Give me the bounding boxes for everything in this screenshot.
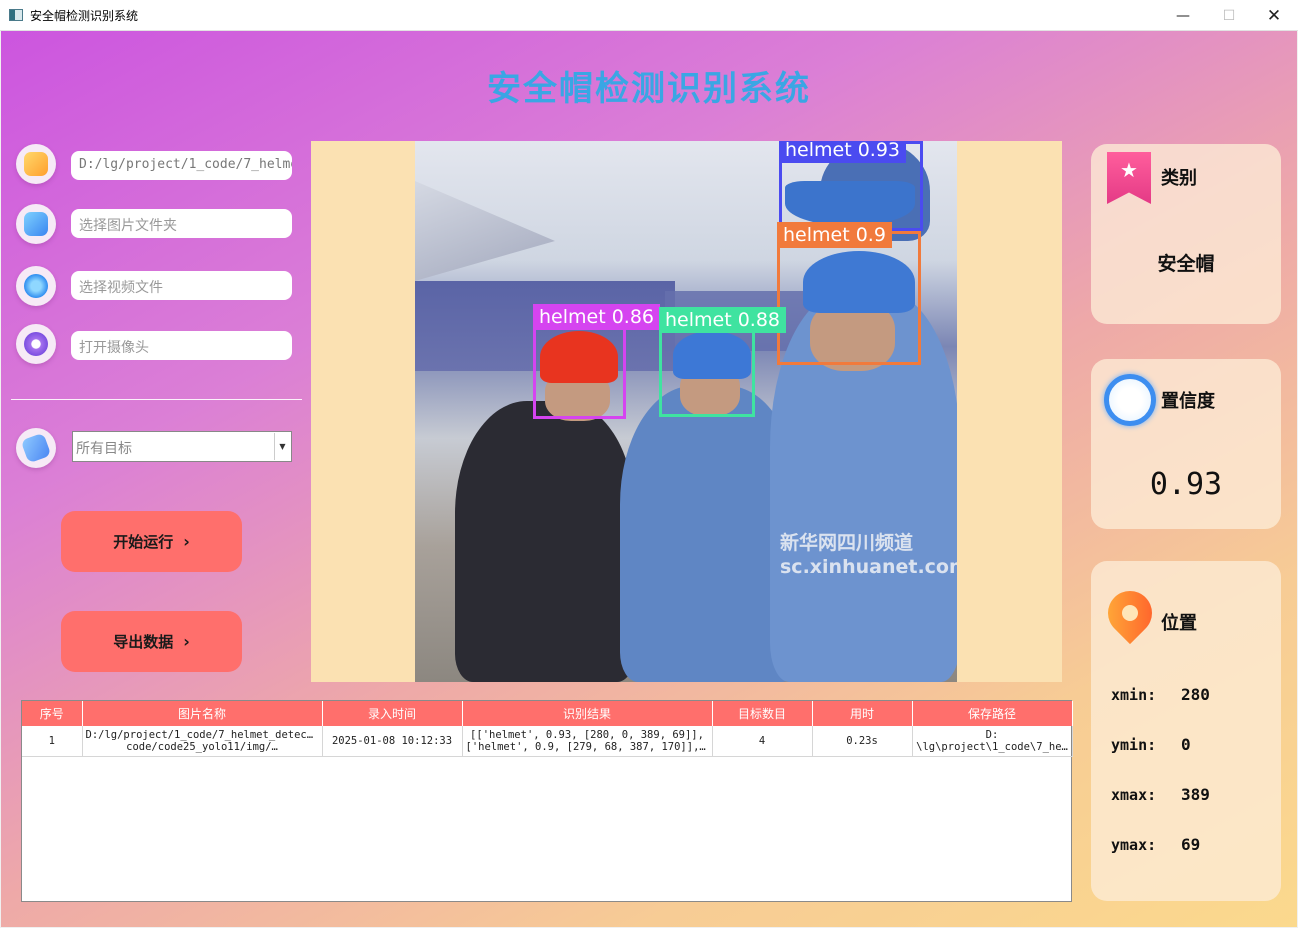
xmin-value: 280 (1181, 685, 1210, 704)
minimize-button[interactable]: — (1160, 0, 1206, 31)
open-video-icon[interactable] (16, 266, 56, 306)
window-titlebar: 安全帽检测识别系统 — ☐ ✕ (0, 0, 1298, 31)
xmin-label: xmin: (1111, 686, 1157, 704)
table-row[interactable]: 1 D:/lg/project/1_code/7_helmet_detect/ … (22, 726, 1073, 757)
target-tag-icon (16, 428, 56, 468)
chevron-right-icon: › (183, 532, 190, 551)
detection-photo: 新华网四川频道 sc.xinhuanet.com helmet 0.93 hel… (415, 141, 957, 682)
detection-label: helmet 0.88 (659, 307, 787, 333)
location-pin-icon (1098, 581, 1162, 645)
ymin-label: ymin: (1111, 736, 1157, 754)
watermark: 新华网四川频道 sc.xinhuanet.com (780, 531, 957, 579)
confidence-card: 置信度 0.93 (1091, 359, 1281, 529)
chevron-right-icon: › (183, 632, 190, 651)
target-select-value: 所有目标 (76, 441, 132, 457)
cell-count[interactable]: 4 (712, 726, 813, 757)
watermark-line: sc.xinhuanet.com (780, 556, 957, 578)
column-header-save-path[interactable]: 保存路径 (912, 701, 1073, 726)
column-header-duration[interactable]: 用时 (812, 701, 913, 726)
close-button[interactable]: ✕ (1251, 0, 1297, 31)
detection-label: helmet 0.9 (777, 222, 892, 248)
star-bookmark-icon: ★ (1107, 152, 1151, 204)
chevron-down-icon[interactable]: ▼ (274, 433, 290, 460)
ymin-value: 0 (1181, 735, 1191, 754)
camera-input[interactable]: 打开摄像头 (71, 331, 292, 360)
cell-index[interactable]: 1 (22, 726, 83, 757)
cell-name[interactable]: D:/lg/project/1_code/7_helmet_detect/ co… (82, 726, 323, 757)
detection-box (533, 327, 626, 419)
column-header-time[interactable]: 录入时间 (322, 701, 463, 726)
open-image-icon[interactable] (16, 144, 56, 184)
detection-box (659, 327, 755, 417)
confidence-value: 0.93 (1149, 467, 1223, 502)
app-heading: 安全帽检测识别系统 (487, 69, 811, 109)
run-button-label: 开始运行 (113, 533, 174, 551)
cell-duration[interactable]: 0.23s (812, 726, 913, 757)
photo-roof (415, 181, 555, 281)
maximize-button[interactable]: ☐ (1206, 0, 1252, 31)
cell-save-line: \lg\project\1_code\7_he… (916, 740, 1068, 753)
image-path-input[interactable]: D:/lg/project/1_code/7_helmet_detect/cod… (71, 151, 292, 180)
image-display: 新华网四川频道 sc.xinhuanet.com helmet 0.93 hel… (311, 141, 1062, 682)
detection-box (777, 231, 921, 365)
main-window: 安全帽检测识别系统 D:/lg/project/1_code/7_helmet_… (1, 31, 1297, 927)
confidence-title: 置信度 (1161, 391, 1215, 412)
column-header-result[interactable]: 识别结果 (462, 701, 713, 726)
app-icon (9, 9, 23, 21)
category-value: 安全帽 (1157, 253, 1215, 275)
cell-result-line: [['helmet', 0.93, [280, 0, 389, 69]], (470, 728, 704, 741)
cell-result-line: ['helmet', 0.9, [279, 68, 387, 170]], … (465, 740, 709, 753)
cell-name-line: D:/lg/project/1_code/7_helmet_detect/ (85, 728, 319, 741)
camera-icon[interactable] (16, 324, 56, 364)
table-header-row: 序号 图片名称 录入时间 识别结果 目标数目 用时 保存路径 (22, 701, 1073, 726)
position-card: 位置 xmin: 280 ymin: 0 xmax: 389 ymax: 69 (1091, 561, 1281, 901)
open-folder-icon[interactable] (16, 204, 56, 244)
cell-save-line: D: (985, 728, 999, 741)
export-button[interactable]: 导出数据 › (61, 611, 242, 672)
ymax-label: ymax: (1111, 836, 1157, 854)
cell-save-path[interactable]: D: \lg\project\1_code\7_he… (912, 726, 1073, 757)
cell-result[interactable]: [['helmet', 0.93, [280, 0, 389, 69]], ['… (462, 726, 713, 757)
confidence-ring-icon (1104, 374, 1156, 426)
xmax-value: 389 (1181, 785, 1210, 804)
target-select[interactable]: 所有目标 ▼ (72, 431, 292, 462)
column-header-count[interactable]: 目标数目 (712, 701, 813, 726)
folder-input[interactable]: 选择图片文件夹 (71, 209, 292, 238)
cell-name-line: code/code25_yolo11/img/… (126, 740, 278, 753)
category-card: ★ 类别 安全帽 (1091, 144, 1281, 324)
run-button[interactable]: 开始运行 › (61, 511, 242, 572)
video-input[interactable]: 选择视频文件 (71, 271, 292, 300)
cell-time[interactable]: 2025-01-08 10:12:33 (322, 726, 463, 757)
window-title: 安全帽检测识别系统 (30, 9, 139, 23)
watermark-line: 新华网四川频道 (780, 532, 914, 554)
results-table[interactable]: 序号 图片名称 录入时间 识别结果 目标数目 用时 保存路径 1 D:/lg/p… (21, 700, 1073, 902)
photo-person (455, 401, 635, 682)
category-title: 类别 (1161, 168, 1197, 189)
column-header-name[interactable]: 图片名称 (82, 701, 323, 726)
detection-label: helmet 0.86 (533, 304, 661, 330)
position-title: 位置 (1161, 613, 1197, 634)
divider (11, 399, 302, 400)
detection-label: helmet 0.93 (779, 141, 907, 163)
export-button-label: 导出数据 (113, 633, 174, 651)
xmax-label: xmax: (1111, 786, 1157, 804)
ymax-value: 69 (1181, 835, 1201, 854)
column-header-index[interactable]: 序号 (22, 701, 83, 726)
